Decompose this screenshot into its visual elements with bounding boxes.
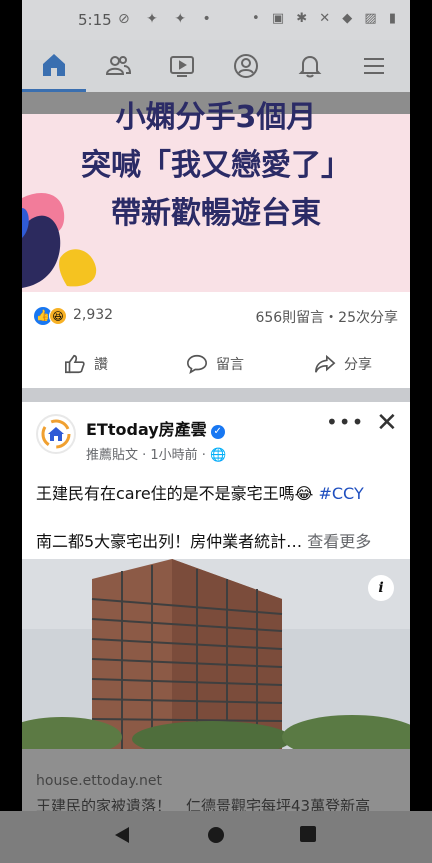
comment-label: 留言 [216, 357, 244, 373]
page-avatar[interactable] [36, 414, 76, 454]
phone-screen: 5:15 ⊘ ✦ ✦ • • ▣ ✱ ✕ ◆ ▨ ▮ 小嫻分手3個月 突喊「我又… [0, 0, 432, 863]
status-left-icons: ⊘ ✦ ✦ • [118, 11, 217, 27]
post-image[interactable]: 小嫻分手3個月 突喊「我又戀愛了」 帶新歡暢遊台東 [22, 92, 410, 292]
home-circle-icon[interactable] [206, 825, 226, 845]
page-name-row[interactable]: ETtoday房產雲 ✓ [86, 416, 225, 440]
house-logo-icon [41, 419, 71, 449]
post-photo[interactable]: i [22, 559, 410, 749]
share-button[interactable]: 分享 [314, 340, 372, 388]
nav-watch[interactable] [150, 40, 214, 92]
post-text: 王建民有在care住的是不是豪宅王嗎😂 [36, 484, 314, 503]
close-post-button[interactable]: ✕ [376, 408, 398, 438]
link-preview[interactable]: house.ettoday.net 王建民的家被遺落！ 仁德景觀宅每坪43萬登新… [22, 749, 410, 815]
hashtag-link[interactable]: #CCY [318, 484, 363, 503]
post-meta: 推薦貼文 · 1小時前 · 🌐 [86, 444, 226, 463]
like-label: 讚 [94, 357, 108, 373]
home-icon [43, 53, 65, 76]
status-time: 5:15 [78, 11, 112, 29]
share-label: 分享 [344, 357, 372, 373]
friends-icon [105, 56, 132, 75]
back-icon[interactable] [113, 825, 131, 845]
watch-icon [170, 56, 194, 77]
verified-badge-icon: ✓ [210, 425, 225, 439]
nav-home[interactable] [22, 40, 86, 92]
more-options-button[interactable]: ••• [326, 410, 364, 434]
nav-friends[interactable] [86, 40, 150, 92]
system-navigation-bar [0, 811, 432, 863]
status-right-icons: • ▣ ✱ ✕ ◆ ▨ ▮ [252, 11, 400, 26]
post-meta-text: 推薦貼文 · 1小時前 · [86, 448, 206, 463]
feed-divider [22, 388, 410, 402]
post-text-excerpt: 南二都5大豪宅出列！房仲業者統計… [36, 532, 303, 551]
info-button[interactable]: i [368, 575, 394, 601]
comment-button[interactable]: 留言 [186, 340, 244, 388]
page-name[interactable]: ETtoday房產雲 [86, 420, 207, 439]
globe-icon: 🌐 [210, 448, 227, 463]
comment-share-stats[interactable]: 656則留言・25次分享 [255, 307, 398, 327]
recents-icon[interactable] [299, 825, 317, 843]
decorative-illustration [22, 193, 97, 288]
nav-notifications[interactable] [278, 40, 342, 92]
facebook-app: 5:15 ⊘ ✦ ✦ • • ▣ ✱ ✕ ◆ ▨ ▮ 小嫻分手3個月 突喊「我又… [22, 0, 410, 863]
reaction-summary[interactable]: 👍 😆 2,932 656則留言・25次分享 [22, 292, 410, 340]
headline-line-1: 小嫻分手3個月 [115, 100, 317, 135]
link-domain: house.ettoday.net [36, 773, 163, 789]
comment-icon [187, 354, 207, 374]
like-button[interactable]: 讚 [64, 340, 108, 388]
post-text-line-2: 南二都5大豪宅出列！房仲業者統計… 查看更多 [36, 528, 371, 552]
reaction-count: 2,932 [73, 307, 114, 323]
top-navigation [22, 40, 410, 92]
post-text-line-1: 王建民有在care住的是不是豪宅王嗎😂 #CCY [36, 480, 364, 504]
nav-menu[interactable] [342, 40, 406, 92]
status-bar: 5:15 ⊘ ✦ ✦ • • ▣ ✱ ✕ ◆ ▨ ▮ [22, 0, 410, 40]
headline-line-2: 突喊「我又戀愛了」 [81, 148, 351, 183]
sponsored-post: ETtoday房產雲 ✓ 推薦貼文 · 1小時前 · 🌐 ••• ✕ 王建民有在c… [22, 402, 410, 559]
post-actions: 讚 留言 分享 [22, 340, 410, 388]
menu-icon [364, 58, 384, 74]
thumbs-up-icon [65, 354, 85, 374]
haha-reaction-icon: 😆 [49, 307, 67, 325]
see-more-link[interactable]: 查看更多 [307, 532, 371, 551]
share-icon [315, 354, 336, 373]
nav-profile[interactable] [214, 40, 278, 92]
building-photo-illustration [22, 559, 410, 749]
profile-icon [234, 54, 258, 78]
notifications-icon [298, 55, 322, 78]
